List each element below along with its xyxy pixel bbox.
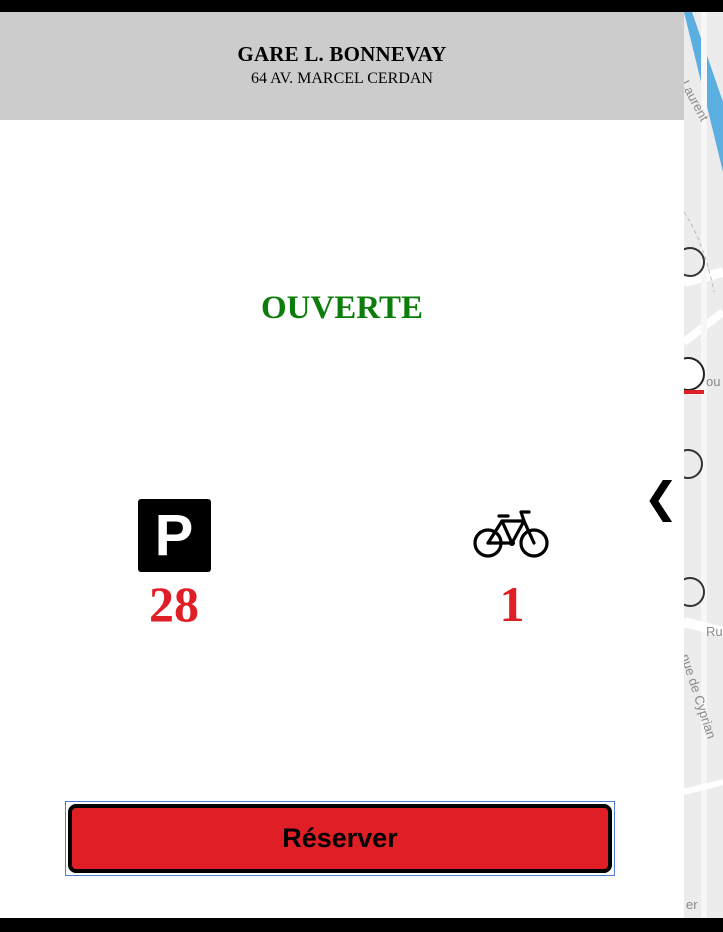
station-name: GARE L. BONNEVAY (237, 42, 447, 66)
top-system-bar (0, 0, 723, 12)
reserve-button[interactable]: Réserver (68, 804, 612, 873)
station-header: GARE L. BONNEVAY 64 AV. MARCEL CERDAN (0, 12, 684, 120)
bike-count: 1 (499, 576, 525, 632)
parking-icon: P (137, 499, 211, 572)
chevron-left-icon[interactable]: ❮ (643, 470, 679, 526)
bike-availability: 1 (452, 499, 572, 632)
map-street-label: Ru (706, 624, 723, 639)
map-roads (684, 12, 723, 918)
station-panel: GARE L. BONNEVAY 64 AV. MARCEL CERDAN OU… (0, 12, 684, 918)
map-street-label: ou (706, 374, 721, 389)
bottom-system-bar (0, 918, 723, 932)
station-address: 64 AV. MARCEL CERDAN (251, 70, 433, 87)
bicycle-icon (473, 510, 549, 558)
parking-availability: P 28 (114, 499, 234, 632)
parking-count: 28 (149, 576, 199, 632)
station-status: OUVERTE (260, 290, 424, 326)
map-view[interactable]: e Laurent ou Ru nue de Cyprian er (684, 12, 723, 918)
map-street-label: er (686, 897, 698, 912)
reserve-focus-ring: Réserver (65, 801, 615, 876)
